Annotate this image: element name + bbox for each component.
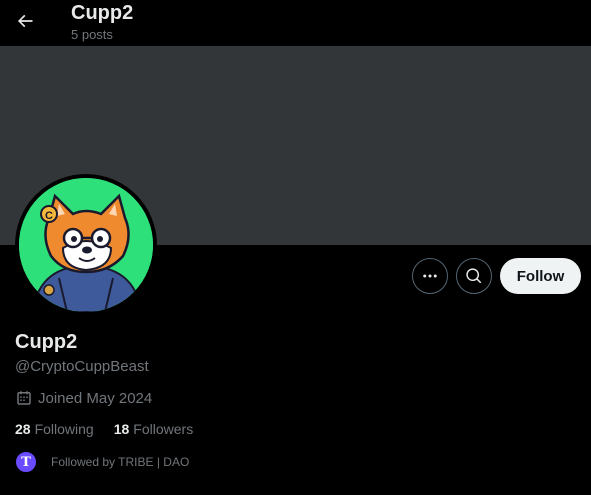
cat-avatar-illustration: C [19, 178, 153, 312]
calendar-icon [17, 391, 31, 405]
follow-stats: 28 Following 18 Followers [15, 421, 193, 437]
avatar-image: C [19, 178, 153, 312]
following-label: Following [34, 421, 94, 437]
avatar[interactable]: C [15, 174, 157, 316]
followed-by-text: Followed by TRIBE | DAO [51, 455, 190, 469]
svg-text:C: C [45, 210, 53, 222]
arrow-left-icon [17, 14, 33, 28]
search-icon [466, 268, 482, 284]
following-count: 28 [15, 421, 31, 437]
following-link[interactable]: 28 Following [15, 421, 94, 437]
follower-mini-avatar: T [15, 451, 37, 473]
follow-button[interactable]: Follow [500, 258, 581, 294]
profile-handle: @CryptoCuppBeast [15, 358, 149, 375]
followers-link[interactable]: 18 Followers [114, 421, 193, 437]
search-profile-button[interactable] [456, 258, 492, 294]
joined-label: Joined May 2024 [38, 389, 153, 407]
posts-count: 5 posts [71, 27, 113, 42]
header-title: Cupp2 [71, 2, 134, 24]
mini-avatar-letter: T [21, 454, 31, 470]
profile-display-name: Cupp2 [15, 331, 78, 353]
top-bar: Cupp2 5 posts [0, 0, 591, 46]
more-dots-icon [423, 274, 437, 278]
back-button[interactable] [9, 5, 41, 37]
followed-by-link[interactable]: T Followed by TRIBE | DAO [15, 451, 189, 473]
followers-label: Followers [133, 421, 194, 437]
more-options-button[interactable] [412, 258, 448, 294]
joined-date: Joined May 2024 [15, 389, 152, 407]
followers-count: 18 [113, 421, 130, 437]
